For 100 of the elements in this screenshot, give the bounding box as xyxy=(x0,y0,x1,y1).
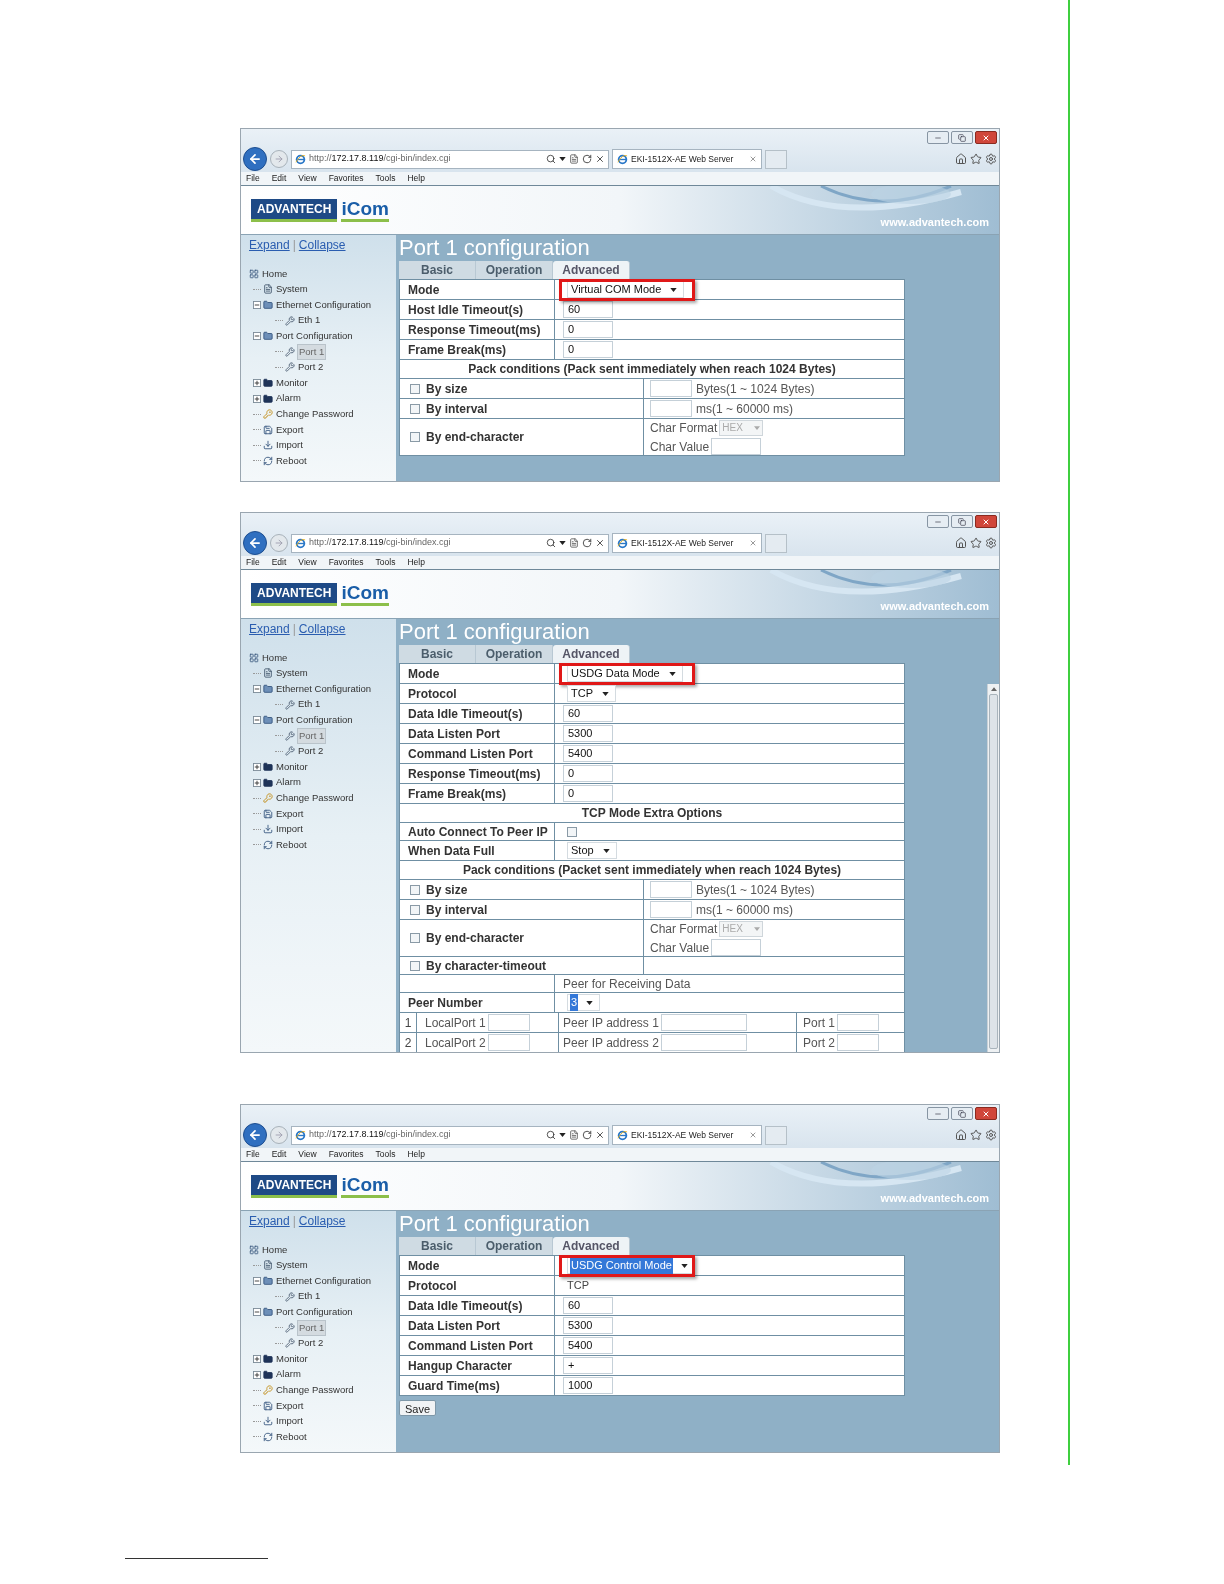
expand-icon[interactable] xyxy=(253,1354,261,1363)
tree-item[interactable]: Home xyxy=(261,650,289,665)
collapse-link[interactable]: Collapse xyxy=(298,236,346,254)
tree-item[interactable]: Port 1 xyxy=(297,1319,327,1336)
close-icon[interactable] xyxy=(595,538,605,548)
tree-item[interactable]: Monitor xyxy=(275,1351,309,1367)
menu-item[interactable]: Favorites xyxy=(328,556,364,569)
tree-item[interactable]: Export xyxy=(275,806,305,821)
close-icon[interactable] xyxy=(595,1130,605,1140)
document-icon[interactable] xyxy=(569,538,579,548)
tree-item[interactable]: Alarm xyxy=(275,1367,302,1382)
close-button[interactable] xyxy=(975,1107,997,1120)
refresh-icon[interactable] xyxy=(582,538,592,548)
input-field[interactable]: 5300 xyxy=(563,1317,613,1334)
tree-item[interactable]: Port Configuration xyxy=(275,1305,354,1320)
tab[interactable]: Advanced xyxy=(553,261,630,279)
expand-link[interactable]: Expand xyxy=(249,620,290,638)
input-field[interactable]: 5300 xyxy=(563,725,613,742)
back-button[interactable] xyxy=(243,147,267,171)
menu-item[interactable]: Help xyxy=(407,556,425,569)
tree-item[interactable]: System xyxy=(275,666,309,681)
tree-item[interactable]: Home xyxy=(261,266,289,281)
checkbox[interactable] xyxy=(410,933,420,943)
menu-item[interactable]: Edit xyxy=(271,1148,287,1161)
input-field[interactable]: 0 xyxy=(563,321,613,338)
collapse-icon[interactable] xyxy=(253,1277,261,1285)
search-icon[interactable] xyxy=(546,154,556,164)
back-button[interactable] xyxy=(243,1123,267,1147)
tree-item[interactable]: Eth 1 xyxy=(297,697,322,712)
browser-tab[interactable]: EKI-1512X-AE Web Server xyxy=(612,1125,762,1145)
input-field[interactable] xyxy=(837,1014,879,1031)
tree-item[interactable]: Change Password xyxy=(275,791,355,806)
tree-item[interactable]: Import xyxy=(275,822,304,837)
refresh-icon[interactable] xyxy=(582,154,592,164)
menu-item[interactable]: Help xyxy=(407,172,425,185)
input-field[interactable] xyxy=(650,881,692,898)
expand-icon[interactable] xyxy=(253,378,261,387)
menu-item[interactable]: Favorites xyxy=(328,1148,364,1161)
checkbox[interactable] xyxy=(410,884,420,895)
tree-item[interactable]: Eth 1 xyxy=(297,1289,322,1304)
tree-item[interactable]: Alarm xyxy=(275,391,302,406)
close-button[interactable] xyxy=(975,515,997,528)
collapse-icon[interactable] xyxy=(253,685,261,693)
tree-item[interactable]: Port 1 xyxy=(297,343,327,360)
input-field[interactable] xyxy=(660,1014,747,1031)
input-field[interactable]: 0 xyxy=(563,765,613,782)
menu-item[interactable]: Edit xyxy=(271,556,287,569)
address-bar[interactable]: http://172.17.8.119/cgi-bin/index.cgi xyxy=(291,1125,609,1145)
expand-icon[interactable] xyxy=(253,778,261,787)
menu-item[interactable]: Favorites xyxy=(328,172,364,185)
tree-item[interactable]: Ethernet Configuration xyxy=(275,297,373,313)
tab[interactable]: Basic xyxy=(399,261,476,279)
tree-item[interactable]: Export xyxy=(275,1398,305,1413)
menu-item[interactable]: File xyxy=(246,1148,260,1161)
tab[interactable]: Operation xyxy=(476,1237,553,1255)
checkbox[interactable] xyxy=(410,383,420,394)
collapse-icon[interactable] xyxy=(253,301,261,309)
checkbox[interactable] xyxy=(567,826,577,837)
close-button[interactable] xyxy=(975,131,997,144)
tree-item[interactable]: Home xyxy=(261,1242,289,1257)
home-icon[interactable] xyxy=(955,153,967,165)
checkbox[interactable] xyxy=(410,960,420,971)
expand-link[interactable]: Expand xyxy=(249,1212,290,1230)
collapse-link[interactable]: Collapse xyxy=(298,1212,346,1230)
tree-item[interactable]: Port 2 xyxy=(297,1336,325,1351)
save-button[interactable]: Save xyxy=(399,1400,437,1416)
menu-item[interactable]: Tools xyxy=(375,172,396,185)
tree-item[interactable]: Import xyxy=(275,438,304,453)
tree-item[interactable]: Alarm xyxy=(275,775,302,790)
menu-item[interactable]: File xyxy=(246,556,260,569)
tree-item[interactable]: Reboot xyxy=(275,1429,308,1445)
menu-item[interactable]: Tools xyxy=(375,556,396,569)
scroll-up-icon[interactable] xyxy=(990,687,997,691)
menu-item[interactable]: Help xyxy=(407,1148,425,1161)
minimize-button[interactable] xyxy=(927,515,949,528)
input-field[interactable]: 0 xyxy=(563,341,613,358)
input-field[interactable] xyxy=(487,1014,530,1031)
scroll-thumb[interactable] xyxy=(989,694,998,1049)
document-icon[interactable] xyxy=(569,154,579,164)
tree-item[interactable]: Ethernet Configuration xyxy=(275,1273,373,1289)
tree-item[interactable]: Monitor xyxy=(275,375,309,391)
menu-item[interactable]: Edit xyxy=(271,172,287,185)
settings-icon[interactable] xyxy=(985,1129,997,1141)
tree-item[interactable]: Ethernet Configuration xyxy=(275,681,373,697)
tree-item[interactable]: Port Configuration xyxy=(275,329,354,344)
refresh-icon[interactable] xyxy=(582,1130,592,1140)
document-icon[interactable] xyxy=(569,1130,579,1140)
search-icon[interactable] xyxy=(546,1130,556,1140)
tree-item[interactable]: Reboot xyxy=(275,837,308,853)
tree-item[interactable]: Change Password xyxy=(275,407,355,422)
browser-tab[interactable]: EKI-1512X-AE Web Server xyxy=(612,533,762,553)
menu-item[interactable]: View xyxy=(298,1148,317,1161)
search-icon[interactable] xyxy=(546,538,556,548)
input-field[interactable]: 60 xyxy=(563,705,613,722)
dropdown[interactable]: TCP xyxy=(567,685,616,702)
menu-item[interactable]: File xyxy=(246,172,260,185)
tree-item[interactable]: Reboot xyxy=(275,453,308,469)
input-field[interactable]: 60 xyxy=(563,301,613,318)
expand-icon[interactable] xyxy=(253,1370,261,1379)
input-field[interactable] xyxy=(660,1034,747,1051)
